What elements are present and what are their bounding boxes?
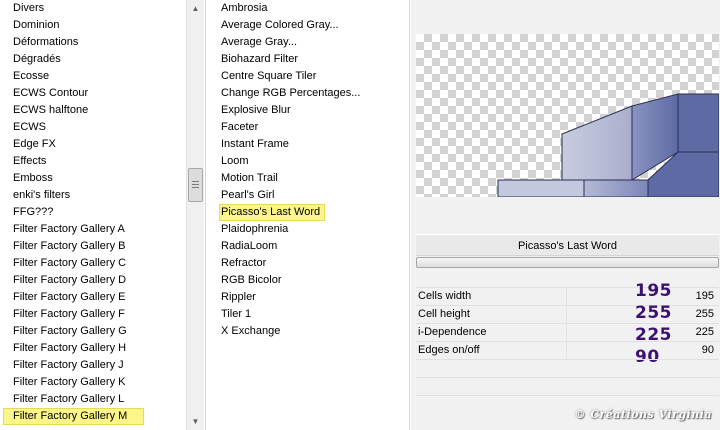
category-item[interactable]: Déformations [0, 34, 186, 51]
scroll-down-icon[interactable]: ▼ [187, 413, 204, 430]
category-item[interactable]: Edge FX [0, 136, 186, 153]
filter-item[interactable]: Motion Trail [207, 170, 409, 187]
category-item[interactable]: Filter Factory Gallery B [0, 238, 186, 255]
param-row-i-dependence[interactable]: i-Dependence 225 [416, 323, 719, 341]
empty-param-row [416, 377, 719, 395]
category-item[interactable]: Filter Factory Gallery F [0, 306, 186, 323]
filter-item[interactable]: Average Gray... [207, 34, 409, 51]
category-list: Divers Dominion Déformations Dégradés Ecosse… [0, 0, 186, 425]
param-row-cell-height[interactable]: Cell height 255 [416, 305, 719, 323]
param-label: i-Dependence [418, 326, 487, 338]
category-item[interactable]: Dominion [0, 17, 186, 34]
filter-item[interactable]: RGB Bicolor [207, 272, 409, 289]
param-label: Cell height [418, 308, 470, 320]
category-item[interactable]: ECWS Contour [0, 85, 186, 102]
param-value[interactable]: 195 [696, 290, 714, 302]
category-item[interactable]: enki's filters [0, 187, 186, 204]
category-item[interactable]: Ecosse [0, 68, 186, 85]
filter-item[interactable]: Plaidophrenia [207, 221, 409, 238]
category-item[interactable]: Filter Factory Gallery C [0, 255, 186, 272]
filter-item[interactable]: Instant Frame [207, 136, 409, 153]
param-value[interactable]: 225 [696, 326, 714, 338]
filter-item[interactable]: Average Colored Gray... [207, 17, 409, 34]
filter-item[interactable]: Faceter [207, 119, 409, 136]
filter-list: Ambrosia Average Colored Gray... Average G… [207, 0, 409, 340]
param-row-cells-width[interactable]: Cells width 195 [416, 287, 719, 305]
filter-item[interactable]: Ambrosia [207, 0, 409, 17]
watermark: © Créations Virginia [574, 408, 712, 421]
category-item[interactable]: Filter Factory Gallery D [0, 272, 186, 289]
category-scrollbar[interactable]: ▲ ▼ [186, 0, 204, 430]
filter-item[interactable]: RadiaLoom [207, 238, 409, 255]
filter-item[interactable]: Picasso's Last Word [219, 204, 325, 221]
filter-list-pane: Ambrosia Average Colored Gray... Average G… [207, 0, 410, 430]
category-item[interactable]: Dégradés [0, 51, 186, 68]
annotation-number: 195 [635, 281, 672, 301]
filter-item[interactable]: Rippler [207, 289, 409, 306]
preview-image [497, 93, 719, 197]
filter-item[interactable]: Tiler 1 [207, 306, 409, 323]
category-item[interactable]: Effects [0, 153, 186, 170]
filter-item[interactable]: X Exchange [207, 323, 409, 340]
category-item[interactable]: Filter Factory Gallery H [0, 340, 186, 357]
category-item[interactable]: Emboss [0, 170, 186, 187]
annotation-number: 255 [635, 303, 672, 323]
category-item[interactable]: Filter Factory Gallery E [0, 289, 186, 306]
filter-item[interactable]: Refractor [207, 255, 409, 272]
category-item[interactable]: ECWS halftone [0, 102, 186, 119]
scroll-thumb[interactable] [188, 168, 203, 202]
filter-item[interactable]: Explosive Blur [207, 102, 409, 119]
category-item[interactable]: Filter Factory Gallery K [0, 374, 186, 391]
param-row-edges-on-off[interactable]: Edges on/off 90 [416, 341, 719, 359]
filter-preview [416, 34, 719, 197]
filter-name-label: Picasso's Last Word [416, 234, 719, 256]
category-item[interactable]: Filter Factory Gallery J [0, 357, 186, 374]
scroll-up-icon[interactable]: ▲ [187, 0, 204, 17]
filter-item[interactable]: Biohazard Filter [207, 51, 409, 68]
empty-param-row [416, 359, 719, 377]
param-label: Cells width [418, 290, 472, 302]
category-item[interactable]: Filter Factory Gallery L [0, 391, 186, 408]
param-label: Edges on/off [418, 344, 480, 356]
category-item[interactable]: Divers [0, 0, 186, 17]
progress-bar [416, 257, 719, 268]
annotation-number: 225 [635, 325, 672, 345]
category-list-pane: Divers Dominion Déformations Dégradés Ecosse… [0, 0, 206, 430]
filter-item[interactable]: Loom [207, 153, 409, 170]
category-item[interactable]: ECWS [0, 119, 186, 136]
param-value[interactable]: 90 [702, 344, 714, 356]
filter-settings-pane: Picasso's Last Word Cells width 195 Cell… [411, 0, 720, 430]
filter-item[interactable]: Centre Square Tiler [207, 68, 409, 85]
category-item[interactable]: Filter Factory Gallery A [0, 221, 186, 238]
filter-item[interactable]: Pearl's Girl [207, 187, 409, 204]
category-item[interactable]: Filter Factory Gallery G [0, 323, 186, 340]
filter-item[interactable]: Change RGB Percentages... [207, 85, 409, 102]
category-item[interactable]: Filter Factory Gallery M [3, 408, 144, 425]
param-value[interactable]: 255 [696, 308, 714, 320]
category-item[interactable]: FFG??? [0, 204, 186, 221]
